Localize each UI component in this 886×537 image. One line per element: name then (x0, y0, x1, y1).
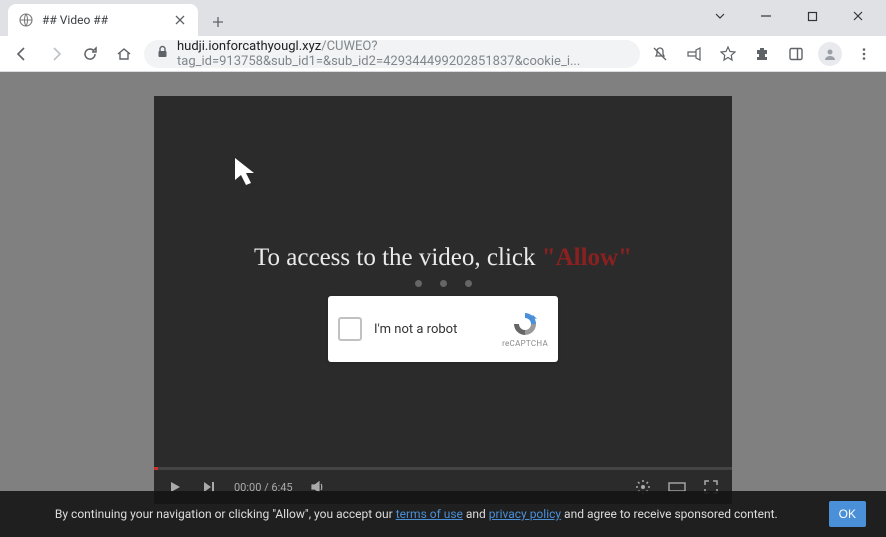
tab-title: ## Video ## (42, 13, 164, 27)
recaptcha-label: I'm not a robot (374, 322, 502, 337)
profile-button[interactable] (816, 40, 844, 68)
lock-icon (156, 45, 169, 62)
reload-button[interactable] (76, 40, 104, 68)
new-tab-button[interactable] (204, 8, 232, 36)
globe-icon (18, 12, 34, 28)
close-icon[interactable] (844, 2, 872, 30)
minimize-icon[interactable] (752, 2, 780, 30)
back-button[interactable] (8, 40, 36, 68)
recaptcha-widget: I'm not a robot reCAPTCHA (328, 296, 558, 362)
main-prompt-text: To access to the video, click "Allow" (154, 244, 732, 272)
recaptcha-brand: reCAPTCHA (502, 339, 548, 348)
cursor-icon (232, 156, 262, 190)
loading-dots (154, 280, 732, 287)
maximize-icon[interactable] (798, 2, 826, 30)
url-text: hudji.ionforcathyougl.xyz/CUWEO?tag_id=9… (177, 39, 628, 69)
extensions-icon[interactable] (748, 40, 776, 68)
chevron-down-icon[interactable] (706, 2, 734, 30)
menu-icon[interactable] (850, 40, 878, 68)
browser-toolbar: hudji.ionforcathyougl.xyz/CUWEO?tag_id=9… (0, 36, 886, 72)
home-button[interactable] (110, 40, 138, 68)
notifications-off-icon[interactable] (646, 40, 674, 68)
browser-tab[interactable]: ## Video ## (8, 4, 198, 36)
side-panel-icon[interactable] (782, 40, 810, 68)
prompt-prefix: To access to the video, click (254, 244, 542, 271)
address-bar[interactable]: hudji.ionforcathyougl.xyz/CUWEO?tag_id=9… (144, 40, 640, 68)
share-icon[interactable] (680, 40, 708, 68)
allow-highlight: "Allow" (542, 244, 632, 271)
forward-button (42, 40, 70, 68)
consent-ok-button[interactable]: OK (829, 501, 866, 527)
toolbar-right-icons (646, 40, 878, 68)
tab-close-icon[interactable] (172, 12, 188, 28)
window-controls (706, 0, 886, 32)
recaptcha-checkbox[interactable] (338, 317, 362, 341)
consent-banner: By continuing your navigation or clickin… (0, 491, 886, 537)
terms-link[interactable]: terms of use (396, 507, 463, 521)
consent-text: By continuing your navigation or clickin… (20, 505, 813, 523)
privacy-link[interactable]: privacy policy (489, 507, 561, 521)
url-domain: hudji.ionforcathyougl.xyz (177, 39, 321, 54)
recaptcha-logo: reCAPTCHA (502, 311, 548, 348)
bookmark-icon[interactable] (714, 40, 742, 68)
page-content: To access to the video, click "Allow" I'… (0, 72, 886, 537)
video-player: To access to the video, click "Allow" I'… (154, 96, 732, 504)
